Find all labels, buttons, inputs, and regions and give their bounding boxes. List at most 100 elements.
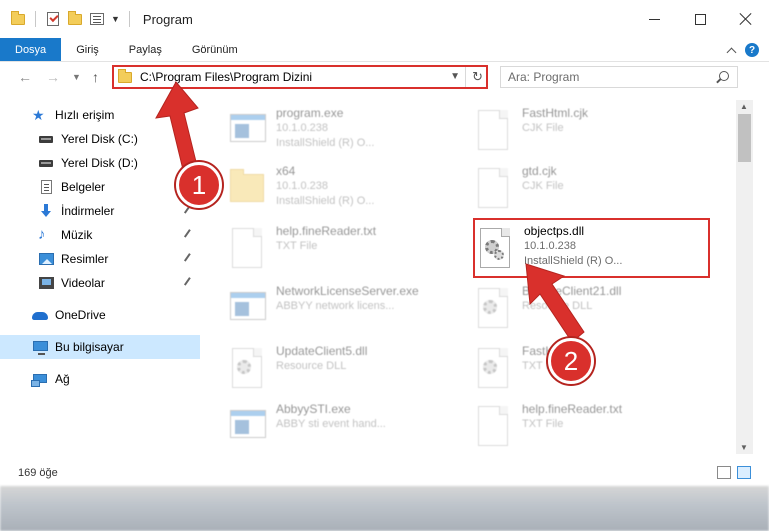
- sidebar-item-label: Videolar: [61, 276, 105, 290]
- scroll-thumb[interactable]: [738, 114, 751, 162]
- item-count: 169 öğe: [18, 467, 58, 479]
- exe-icon: [228, 286, 268, 332]
- file-item[interactable]: gtd.cjk CJK File: [474, 164, 714, 216]
- sidebar-item-label: OneDrive: [55, 308, 106, 322]
- file-item[interactable]: NetworkLicenseServer.exe ABBYY network l…: [228, 284, 468, 336]
- pin-icon[interactable]: [183, 253, 195, 264]
- pin-icon[interactable]: [183, 277, 195, 288]
- sidebar-item-network[interactable]: Ağ: [0, 367, 200, 391]
- vertical-scrollbar[interactable]: ▲ ▼: [736, 100, 753, 454]
- file-item[interactable]: help.fineReader.txt TXT File: [474, 402, 714, 454]
- sidebar-item-label: Yerel Disk (C:): [61, 132, 138, 146]
- properties-check-icon[interactable]: [45, 11, 61, 27]
- file-item[interactable]: FastHtml.cjk CJK File: [474, 106, 714, 158]
- large-icons-view-icon[interactable]: [737, 466, 751, 479]
- search-box[interactable]: Ara: Program: [500, 66, 738, 88]
- sidebar-item-label: Yerel Disk (D:): [61, 156, 138, 170]
- new-folder-icon[interactable]: [67, 11, 83, 27]
- sidebar-item-this-pc[interactable]: Bu bilgisayar: [0, 335, 200, 359]
- sidebar-item-label: Bu bilgisayar: [55, 340, 124, 354]
- scroll-down-icon[interactable]: ▼: [740, 443, 748, 452]
- maximize-icon: [694, 13, 706, 25]
- file-type: CJK File: [522, 122, 564, 134]
- file-name: AbbyySTI.exe: [276, 402, 351, 416]
- chevron-down-icon[interactable]: ▼: [450, 71, 460, 82]
- maximize-button[interactable]: [677, 0, 723, 38]
- pictures-icon: [38, 251, 54, 267]
- search-input[interactable]: Ara: Program: [508, 70, 579, 84]
- ribbon-tabs: Dosya Giriş Paylaş Görünüm ?: [0, 38, 769, 62]
- folder-icon: [117, 69, 135, 85]
- sidebar-item-videos[interactable]: Videolar: [0, 271, 200, 295]
- forward-arrow-icon[interactable]: →: [46, 69, 60, 85]
- star-icon: ★: [32, 107, 45, 123]
- computer-icon: [32, 339, 48, 355]
- dll-icon: [474, 346, 514, 392]
- sidebar-item-pictures[interactable]: Resimler: [0, 247, 200, 271]
- exe-icon: [228, 404, 268, 450]
- minimize-button[interactable]: [631, 0, 677, 38]
- annotation-arrow-2: [525, 263, 585, 343]
- recent-chevron-icon[interactable]: ▼: [72, 72, 81, 82]
- tab-file[interactable]: Dosya: [0, 38, 62, 61]
- file-name: gtd.cjk: [522, 164, 557, 178]
- folder-icon: [10, 11, 26, 27]
- file-name: FastHtml.cjk: [522, 106, 588, 120]
- back-arrow-icon[interactable]: ←: [18, 69, 32, 85]
- sidebar-item-label: Resimler: [61, 252, 109, 266]
- file-item[interactable]: FastKey.dll TXT File: [474, 344, 714, 396]
- sidebar-item-label: Hızlı erişim: [55, 108, 115, 122]
- chevron-down-icon[interactable]: ▼: [111, 14, 120, 24]
- drive-icon: [38, 155, 54, 171]
- details-view-icon[interactable]: [717, 466, 731, 479]
- divider: [128, 11, 130, 27]
- tab-view[interactable]: Görünüm: [177, 38, 253, 61]
- search-icon[interactable]: [719, 71, 729, 81]
- file-item[interactable]: program.exe 10.1.0.238 InstallShield (R)…: [228, 106, 468, 158]
- sidebar-item-downloads[interactable]: İndirmeler: [0, 199, 200, 223]
- file-item[interactable]: AbbyySTI.exe ABBY sti event hand...: [228, 402, 468, 454]
- window-title: Program: [142, 11, 193, 27]
- file-type: CJK File: [522, 180, 564, 192]
- file-name: x64: [276, 164, 296, 178]
- sidebar-item-label: Ağ: [55, 372, 70, 386]
- up-arrow-icon[interactable]: ↑: [92, 69, 99, 85]
- file-description: InstallShield (R) O...: [276, 137, 375, 149]
- view-toggle: [717, 466, 751, 479]
- close-icon: [740, 13, 752, 25]
- sidebar-item-music[interactable]: ♪ Müzik: [0, 223, 200, 247]
- title-bar: ▼ Program: [0, 0, 769, 38]
- help-icon[interactable]: ?: [745, 43, 759, 57]
- documents-icon: [38, 179, 54, 195]
- divider: [35, 11, 36, 27]
- dll-icon: [228, 346, 268, 392]
- file-item[interactable]: help.fineReader.txt TXT File: [228, 224, 468, 276]
- sidebar-item-label: Müzik: [61, 228, 93, 242]
- file-item[interactable]: UpdateClient5.dll Resource DLL: [228, 344, 468, 396]
- minimize-icon: [648, 18, 660, 20]
- file-icon: [474, 108, 514, 154]
- file-name: NetworkLicenseServer.exe: [276, 284, 419, 298]
- refresh-icon[interactable]: ↻: [472, 69, 483, 85]
- file-version: 10.1.0.238: [276, 122, 328, 134]
- file-item[interactable]: x64 10.1.0.238 InstallShield (R) O...: [228, 164, 468, 216]
- file-item[interactable]: BrowseClient21.dll Resource DLL: [474, 284, 714, 336]
- exe-icon: [228, 108, 268, 154]
- tab-share[interactable]: Paylaş: [114, 38, 177, 61]
- navigation-bar: ← → ▼ ↑ C:\Program Files\Program Dizini …: [0, 62, 769, 92]
- scroll-up-icon[interactable]: ▲: [740, 102, 748, 111]
- tab-home[interactable]: Giriş: [61, 38, 114, 61]
- file-name: program.exe: [276, 106, 344, 120]
- divider: [465, 67, 466, 87]
- dll-icon: [474, 286, 514, 332]
- close-button[interactable]: [723, 0, 769, 38]
- chevron-up-icon[interactable]: [726, 47, 737, 57]
- file-description: InstallShield (R) O...: [276, 195, 375, 207]
- pin-icon[interactable]: [183, 229, 195, 240]
- file-name: UpdateClient5.dll: [276, 344, 368, 358]
- music-icon: ♪: [38, 226, 46, 243]
- properties-icon[interactable]: [89, 11, 105, 27]
- ribbon-right-controls: ?: [726, 43, 759, 57]
- sidebar-item-onedrive[interactable]: OneDrive: [0, 303, 200, 327]
- file-icon: [474, 404, 514, 450]
